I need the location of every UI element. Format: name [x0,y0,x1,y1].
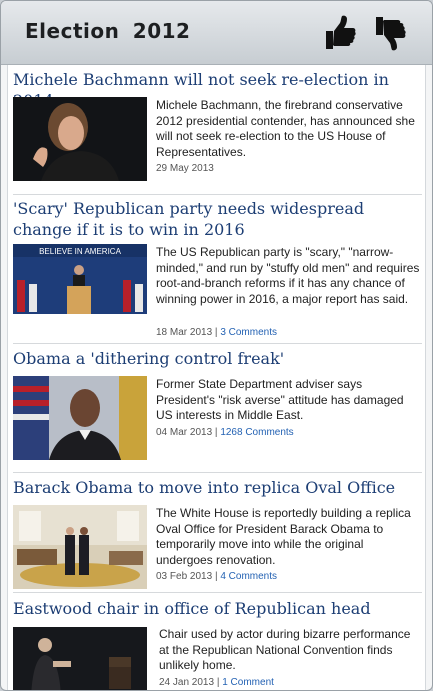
divider [13,472,422,473]
comments-link[interactable]: 4 Comments [220,571,277,582]
comments-link[interactable]: 3 Comments [220,327,277,338]
like-button[interactable] [323,15,357,51]
thumbnail-caption: BELIEVE IN AMERICA [39,247,121,256]
article-meta: 18 Mar 2013 | 3 Comments [156,327,277,338]
article-summary: The White House is reportedly building a… [156,506,411,567]
article-thumbnail[interactable] [13,627,147,690]
article-meta: 24 Jan 2013 | 1 Comment [159,677,274,688]
article-meta: 03 Feb 2013 | 4 Comments [156,571,278,582]
article-date: 24 Jan 2013 [159,677,215,688]
thumbs-up-icon [326,15,356,49]
article-thumbnail[interactable]: BELIEVE IN AMERICA [13,244,147,314]
page-title: Election 2012 [25,19,191,43]
article-title[interactable]: Barack Obama to move into replica Oval O… [13,477,418,498]
article-feed[interactable]: Michele Bachmann will not seek re-electi… [7,65,426,690]
thumbs-down-icon [376,17,406,51]
article-summary: Chair used by actor during bizarre perfo… [159,627,411,672]
article-summary: Michele Bachmann, the firebrand conserva… [156,98,415,159]
divider [13,194,422,195]
dislike-button[interactable] [373,15,407,51]
article-summary: The US Republican party is "scary," "nar… [156,245,420,306]
divider [13,343,422,344]
article-date: 04 Mar 2013 [156,427,213,438]
article-title[interactable]: Obama a 'dithering control freak' [13,348,418,369]
article-thumbnail[interactable] [13,505,147,589]
article-thumbnail[interactable] [13,97,147,181]
article-meta: 04 Mar 2013 | 1268 Comments [156,427,294,438]
article-date: 18 Mar 2013 [156,327,213,338]
article-title[interactable]: Eastwood chair in office of Republican h… [13,598,418,619]
comments-link[interactable]: 1268 Comments [220,427,293,438]
divider [13,592,422,593]
article-title[interactable]: 'Scary' Republican party needs widesprea… [13,198,418,240]
article-date: 29 May 2013 [156,163,214,174]
comments-link[interactable]: 1 Comment [222,677,274,688]
app-header: Election 2012 [1,1,432,65]
article-meta: 29 May 2013 [156,163,214,174]
article-date: 03 Feb 2013 [156,571,213,582]
article-summary: Former State Department adviser says Pre… [156,377,404,422]
article-thumbnail[interactable] [13,376,147,460]
app-frame: Election 2012 Michele Bachmann will not … [0,0,433,691]
